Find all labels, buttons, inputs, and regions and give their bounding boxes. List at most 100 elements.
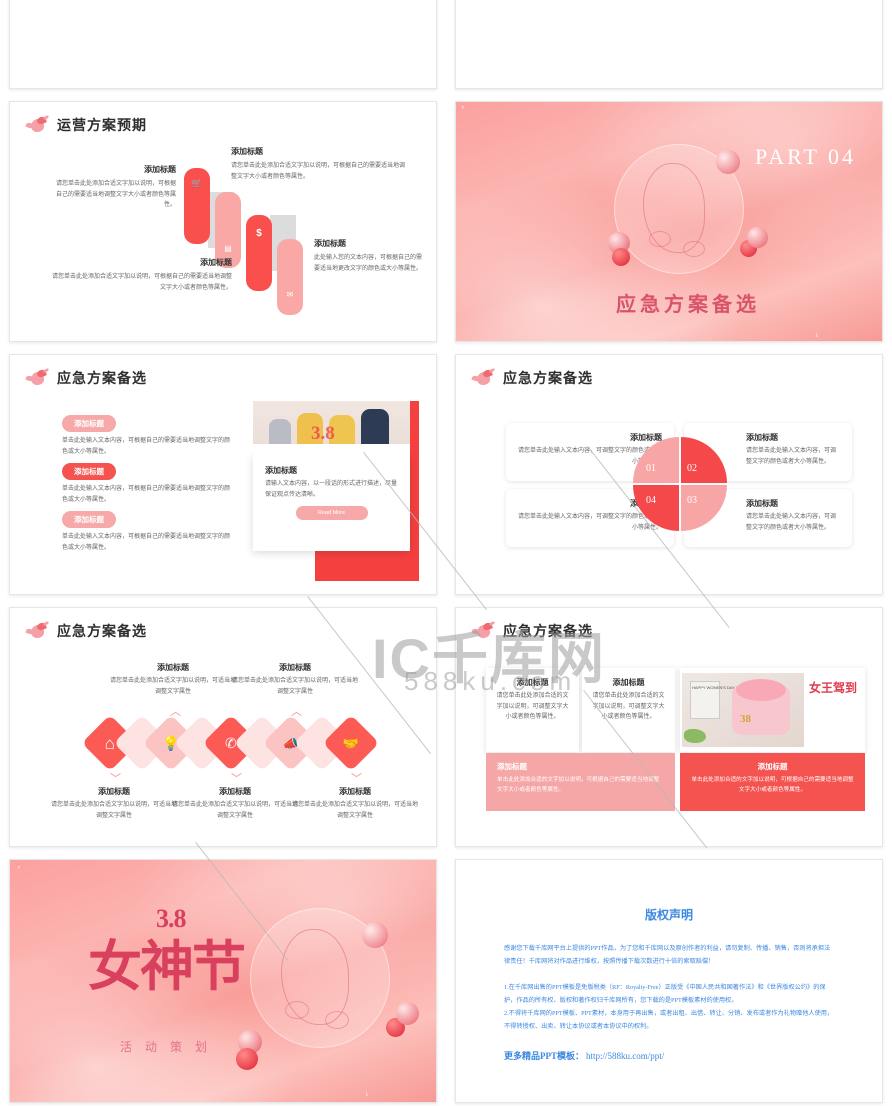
- diamond-bottom-item-2: 添加标题 请您单击此处添加合适文字加以说明，可适当地调整文字属性: [171, 786, 299, 821]
- item-body: 请您单击此处添加合适文字加以说明，可适当地调整文字属性: [50, 802, 177, 819]
- bar-body: 单击此处添加合适的文字加以说明，可根据自己的需要适当地调整文字大小或者颜色等属性…: [497, 777, 660, 794]
- slide-operation-timeline-partial[interactable]: March Women's Day ⏱ 03 请输入文本，请根据具体情况进行文本…: [9, 0, 437, 89]
- part-label: PART 04: [755, 144, 856, 169]
- quadrant-body: 请您单击此处输入文本内容，可调整文字的颜色或者大小等属性。: [746, 448, 837, 465]
- slide-cell[interactable]: 应急方案备选 添加标题 单击此处输入文本内容，可根据自己的需要适当地调整文字的颜…: [0, 348, 446, 601]
- slide-contingency-list[interactable]: 应急方案备选 添加标题 单击此处输入文本内容，可根据自己的需要适当地调整文字的颜…: [9, 354, 437, 595]
- bird-icon: [25, 620, 50, 640]
- bar-step-4: ✉: [277, 239, 303, 315]
- tag-pill[interactable]: 添加标题: [62, 511, 116, 528]
- item-body: 请您单击此处添加合适文字加以说明，可根据自己的需要适当地调整文字大小或者颜色等属…: [52, 274, 233, 291]
- card-heading: 添加标题: [612, 678, 645, 687]
- diamond-bottom-item-3: 添加标题 请您单击此处添加合适文字加以说明，可适当地调整文字属性: [291, 786, 419, 821]
- more-templates-link[interactable]: http://588ku.com/ppt/: [586, 1051, 664, 1061]
- photo-caption: 3.8: [311, 423, 335, 444]
- photo-number: 38: [740, 713, 751, 725]
- item-body: 请您单击此处添加合适文字加以说明，可根据自己的需要适当地调整文字大小或者颜色等属…: [231, 163, 406, 180]
- slide-cell[interactable]: 应急方案备选 添加标题 请您单击此处添加合适的文字加以说明，可调整文字大小或者颜…: [446, 601, 892, 853]
- slide-cell[interactable]: 版权声明 感谢您下载千库网平台上提供的PPT作品，为了您和千库网以及原创作者的利…: [446, 853, 892, 1106]
- slide-cell[interactable]: 3.8 女神节 活 动 策 划: [0, 853, 446, 1106]
- item-heading: 添加标题: [314, 239, 346, 248]
- list-icon: ▤: [224, 244, 232, 253]
- slide-contingency-quadrant[interactable]: 应急方案备选 添加标题 请您单击此处输入文本内容，可调整文字的颜色或者大小等属性…: [455, 354, 883, 595]
- slide-title: 应急方案备选: [503, 625, 593, 640]
- item-body: 请您单击此处添加合适文字加以说明，可适当地调整文字属性: [291, 802, 418, 819]
- tag-body: 单击此处输入文本内容，可根据自己的需要适当地调整文字的颜色或大小等属性。: [62, 438, 231, 455]
- item-heading: 添加标题: [219, 787, 251, 796]
- pie-label-03: 03: [687, 495, 697, 506]
- slide-copyright[interactable]: 版权声明 感谢您下载千库网平台上提供的PPT作品，为了您和千库网以及原创作者的利…: [455, 859, 883, 1103]
- rose-line-art-icon: [683, 241, 705, 257]
- summary-bar-red[interactable]: 添加标题 单击此处添加合适的文字加以说明，可根据自己的需要适当地调整文字大小或者…: [680, 753, 865, 811]
- tag-pill[interactable]: 添加标题: [62, 463, 116, 480]
- item-body: 请您单击此处添加合适文字加以说明，可根据自己的需要适当地调整文字大小或者颜色等属…: [55, 181, 176, 208]
- heart-decor-icon: [473, 281, 510, 318]
- photo-card[interactable]: HAPPY WOMEN'S DAY ! 38 女王驾到: [680, 668, 865, 752]
- heart-decor-icon: [544, 284, 568, 308]
- summary-bar-pink[interactable]: 添加标题 单击此处添加合适的文字加以说明，可根据自己的需要适当地调整文字大小或者…: [486, 753, 675, 811]
- tag-pill[interactable]: 添加标题: [62, 415, 116, 432]
- heart-decor-icon: [119, 885, 142, 908]
- slide-contingency-cards[interactable]: 应急方案备选 添加标题 请您单击此处添加合适的文字加以说明，可调整文字大小或者颜…: [455, 607, 883, 847]
- copyright-paragraph-2: 1.在千库网出售的PPT模板是免版税类（RF：Royalty-Free）正版受《…: [504, 984, 826, 1005]
- pie-label-01: 01: [646, 463, 656, 474]
- bar-heading: 添加标题: [757, 762, 788, 771]
- bar-heading: 添加标题: [497, 762, 527, 771]
- bird-icon: [25, 367, 50, 387]
- quadrant-heading: 添加标题: [746, 499, 778, 508]
- pie-label-04: 04: [646, 495, 656, 506]
- info-card-2[interactable]: 添加标题 请您单击此处添加合适的文字加以说明，可调整文字大小或者颜色等属性。: [582, 668, 675, 752]
- quadrant-body: 请您单击此处输入文本内容，可调整文字的颜色或者大小等属性。: [518, 514, 663, 531]
- cover-background: PART 04 应急方案备选: [456, 102, 882, 341]
- slide-end-cover[interactable]: 3.8 女神节 活 动 策 划: [9, 859, 437, 1103]
- slide-cell[interactable]: March Women's Day ⏱ 03 请输入文本，请根据具体情况进行文本…: [0, 0, 446, 95]
- cover-title: 女神节: [88, 937, 246, 997]
- leaf-decor-icon: [366, 1050, 426, 1096]
- slide-cell[interactable]: 运营方案预期 🛒 ▤ $ ✉ 添加标题 请您单击此处添加合适文字加以说明，可根据…: [0, 95, 446, 348]
- slide-contingency-diamonds[interactable]: 应急方案备选 添加标题 请您单击此处添加合适文字加以说明，可适当地调整文字属性 …: [9, 607, 437, 847]
- photo-badge: 女王驾到: [809, 681, 858, 695]
- copyright-title: 版权声明: [644, 908, 693, 922]
- slide-cell[interactable]: 应急方案备选 添加标题 请您单击此处添加合适文字加以说明，可适当地调整文字属性 …: [0, 601, 446, 853]
- bar-step-1: 🛒: [184, 168, 210, 244]
- rose-line-art-icon: [649, 231, 671, 247]
- slide-cell[interactable]: 应急方案备选 添加标题 请您单击此处输入文本内容，可调整文字的颜色或者大小等属性…: [446, 348, 892, 601]
- slide-header: 应急方案备选: [456, 608, 882, 641]
- cover-background: 3.8 女神节 活 动 策 划: [10, 860, 436, 1102]
- pearl-ball: [396, 1002, 419, 1025]
- forecast-item-3: 添加标题 请您单击此处添加合适文字加以说明，可根据自己的需要适当地调整文字大小或…: [52, 257, 232, 293]
- tag-group-3: 添加标题 单击此处输入文本内容，可根据自己的需要适当地调整文字的颜色或大小等属性…: [62, 509, 230, 553]
- phone-24h-icon: ✆: [225, 734, 237, 751]
- diamond-top-item-2: 添加标题 请您单击此处添加合适文字加以说明，可适当地调整文字属性: [230, 662, 360, 697]
- dollar-icon: $: [256, 228, 262, 239]
- chevron-down-icon: ﹀: [351, 773, 362, 785]
- item-body: 请您单击此处添加合适文字加以说明，可适当地调整文字属性: [171, 802, 298, 819]
- quadrant-body: 请您单击此处输入文本内容，可调整文字的颜色或者大小等属性。: [746, 514, 837, 531]
- cover-title: 应急方案备选: [616, 294, 760, 316]
- leaf-decor-icon: [462, 106, 516, 148]
- more-templates-label: 更多精品PPT模板：: [504, 1051, 584, 1062]
- tag-group-2: 添加标题 单击此处输入文本内容，可根据自己的需要适当地调整文字的颜色或大小等属性…: [62, 461, 230, 505]
- copyright-paragraph-1: 感谢您下载千库网平台上提供的PPT作品，为了您和千库网以及原创作者的利益，请勿复…: [504, 945, 831, 965]
- leaf-decor-icon: [18, 866, 76, 910]
- item-heading: 添加标题: [339, 787, 371, 796]
- chevron-down-icon: ﹀: [110, 773, 121, 785]
- slide-cell[interactable]: PART 04 应急方案备选: [446, 95, 892, 348]
- pearl-ball: [716, 150, 740, 174]
- tag-body: 单击此处输入文本内容，可根据自己的需要适当地调整文字的颜色或大小等属性。: [62, 486, 231, 503]
- info-card-1[interactable]: 添加标题 请您单击此处添加合适的文字加以说明，可调整文字大小或者颜色等属性。: [486, 668, 579, 752]
- slide-cell[interactable]: 单击此处添加合适的文字加以说明，可根据自己的需要适当地调整文字大小或者颜色等属性…: [446, 0, 892, 95]
- read-more-button[interactable]: Read More: [295, 506, 368, 520]
- item-body: 此处输入您的文本内容，可根据自己的需要适当地更改文字的颜色或大小等属性。: [314, 255, 423, 272]
- item-heading: 添加标题: [144, 165, 176, 174]
- diamond-bottom-item-1: 添加标题 请您单击此处添加合适文字加以说明，可适当地调整文字属性: [50, 786, 178, 821]
- feature-card[interactable]: 添加标题 请输入文本内容，以一段话的形式进行描述，尽量保证观点传达清晰。 Rea…: [253, 455, 410, 551]
- copyright-paragraph-3: 2.不得将千库网的PPT模板、PPT素材，本身用于再出售，或者出租、出借、转让、…: [504, 1009, 834, 1030]
- slide-three-column-partial[interactable]: 单击此处添加合适的文字加以说明，可根据自己的需要适当地调整文字大小或者颜色等属性…: [455, 0, 883, 89]
- heart-decor-icon: [563, 123, 584, 144]
- slide-operation-forecast[interactable]: 运营方案预期 🛒 ▤ $ ✉ 添加标题 请您单击此处添加合适文字加以说明，可根据…: [9, 101, 437, 342]
- slide-part-04-cover[interactable]: PART 04 应急方案备选: [455, 101, 883, 342]
- item-heading: 添加标题: [200, 258, 232, 267]
- cake-photo: HAPPY WOMEN'S DAY ! 38: [682, 673, 804, 747]
- bar-step-3: $: [246, 215, 272, 291]
